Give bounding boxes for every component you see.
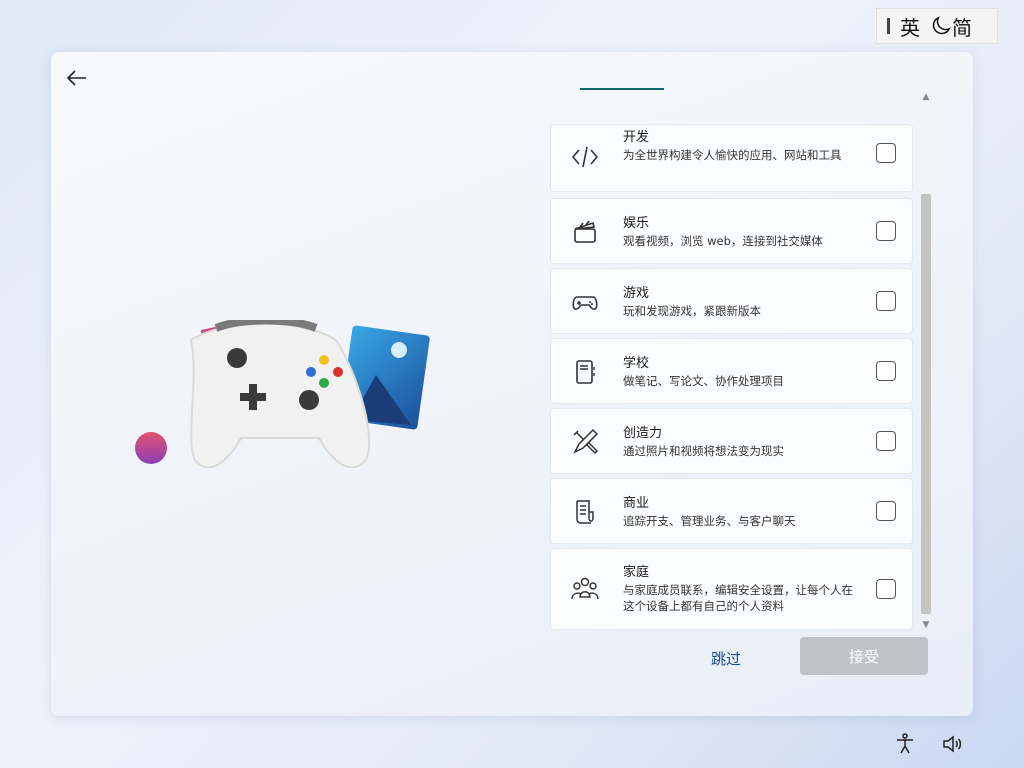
checkbox-school[interactable] [876,361,896,381]
people-icon [571,577,599,600]
category-desc: 与家庭成员联系，编辑安全设置，让每个人在这个设备上都有自己的个人资料 [623,583,853,613]
category-title: 创造力 [623,426,663,441]
category-desc: 追踪开支、管理业务、与客户聊天 [623,514,796,528]
document-icon [576,500,594,524]
accept-button[interactable]: 接受 [800,637,928,675]
category-title: 娱乐 [623,216,650,231]
category-item-entertainment[interactable]: 娱乐 观看视频，浏览 web，连接到社交媒体 [550,198,913,264]
volume-icon[interactable] [941,732,965,756]
checkbox-gaming[interactable] [876,291,896,311]
category-title: 开发 [623,130,650,145]
gamepad-icon [572,296,598,310]
checkbox-creativity[interactable] [876,431,896,451]
category-title: 家庭 [623,565,650,580]
category-title: 商业 [623,496,650,511]
ime-lang[interactable]: 简 [952,12,972,41]
progress-indicator [580,88,664,90]
category-title: 学校 [623,356,650,371]
scroll-up-icon[interactable]: ▲ [921,92,931,102]
moon-icon[interactable] [930,15,952,37]
hero-illustration [135,320,430,469]
scrollbar-thumb[interactable] [921,194,931,614]
notebook-icon [576,360,595,384]
checkbox-business[interactable] [876,501,896,521]
category-desc: 为全世界构建令人愉快的应用、网站和工具 [623,148,842,162]
category-desc: 做笔记、写论文、协作处理项目 [623,374,784,388]
category-title: 游戏 [623,286,650,301]
category-item-school[interactable]: 学校 做笔记、写论文、协作处理项目 [550,338,913,404]
skip-link[interactable]: 跳过 [711,648,741,669]
oobe-card: 开发 为全世界构建令人愉快的应用、网站和工具 娱乐 观看视频，浏览 web，连接… [51,52,973,716]
category-item-creativity[interactable]: 创造力 通过照片和视频将想法变为现实 [550,408,913,474]
clapperboard-icon [574,220,596,243]
checkbox-dev[interactable] [876,143,896,163]
back-arrow-icon[interactable] [65,66,89,90]
category-item-business[interactable]: 商业 追踪开支、管理业务、与客户聊天 [550,478,913,544]
checkbox-entertainment[interactable] [876,221,896,241]
category-item-dev[interactable]: 开发 为全世界构建令人愉快的应用、网站和工具 [550,124,913,192]
scroll-down-icon[interactable]: ▼ [921,620,931,630]
scrollbar[interactable]: ▲ ▼ [919,90,933,632]
ime-toolbar[interactable]: 英 简 [876,8,998,44]
accessibility-icon[interactable] [893,732,917,756]
checkbox-family[interactable] [876,579,896,599]
pen-brush-icon [573,428,599,455]
ime-mode[interactable]: 英 [900,12,920,41]
category-desc: 玩和发现游戏，紧跟新版本 [623,304,761,318]
ime-grip[interactable] [887,18,890,34]
category-desc: 通过照片和视频将想法变为现实 [623,444,784,458]
category-list[interactable]: 开发 为全世界构建令人愉快的应用、网站和工具 娱乐 观看视频，浏览 web，连接… [550,124,913,630]
category-desc: 观看视频，浏览 web，连接到社交媒体 [623,234,823,248]
category-item-family[interactable]: 家庭 与家庭成员联系，编辑安全设置，让每个人在这个设备上都有自己的个人资料 [550,548,913,630]
category-item-gaming[interactable]: 游戏 玩和发现游戏，紧跟新版本 [550,268,913,334]
code-icon [571,146,599,168]
